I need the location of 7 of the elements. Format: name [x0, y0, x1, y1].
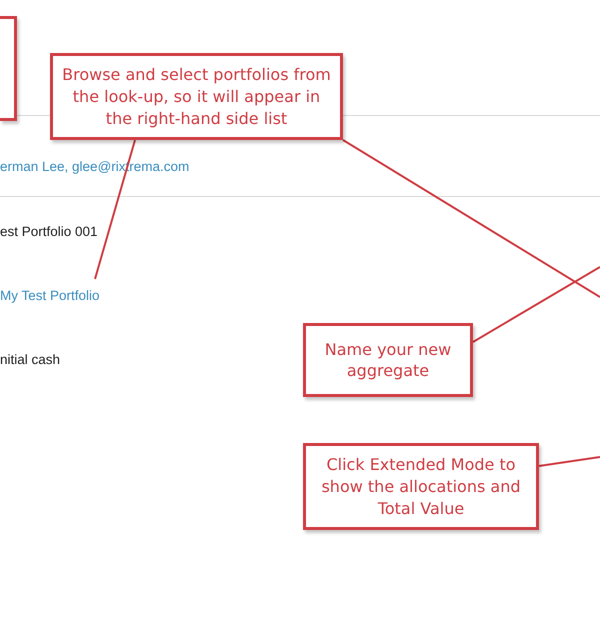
leader-line: [538, 456, 600, 467]
field-text: nitial cash: [0, 351, 60, 369]
annotation-callout: Name your new aggregate: [303, 323, 473, 397]
field-text: est Portfolio 001: [0, 223, 98, 241]
field-link[interactable]: My Test Portfolio: [0, 287, 100, 305]
annotation-callout: Browse and select portfolios from the look-up, so it will appear in the right-hand side list: [50, 53, 343, 140]
annotation-callout: Click Extended Mode to show the allocations and Total Value: [303, 443, 539, 530]
